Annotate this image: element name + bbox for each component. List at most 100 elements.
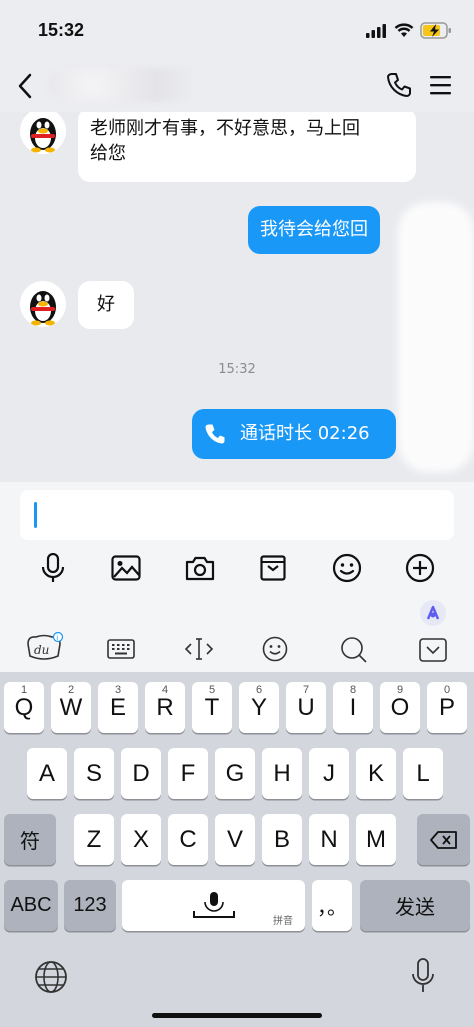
key-label: A xyxy=(38,759,55,787)
key-n[interactable]: N xyxy=(309,814,349,865)
backspace-key[interactable] xyxy=(417,814,470,865)
key-h[interactable]: H xyxy=(262,748,302,799)
key-m[interactable]: M xyxy=(356,814,396,865)
key-d[interactable]: D xyxy=(121,748,161,799)
punctuation-key[interactable]: ，。 xyxy=(312,880,352,931)
key-label: M xyxy=(366,825,386,853)
key-a[interactable]: A xyxy=(27,748,67,799)
chat-header xyxy=(0,62,474,112)
key-e[interactable]: 3E xyxy=(98,682,138,733)
key-label: W xyxy=(59,693,83,721)
key-v[interactable]: V xyxy=(215,814,255,865)
key-l[interactable]: L xyxy=(403,748,443,799)
key-w[interactable]: 2W xyxy=(51,682,91,733)
abc-key[interactable]: ABC xyxy=(4,880,58,931)
key-b[interactable]: B xyxy=(262,814,302,865)
key-label: D xyxy=(132,759,150,787)
key-number-hint: 6 xyxy=(255,684,263,696)
key-label: Z xyxy=(86,825,102,853)
emoji-icon[interactable] xyxy=(327,548,367,588)
number-key[interactable]: 123 xyxy=(64,880,116,931)
key-number-hint: 9 xyxy=(396,684,404,696)
phone-icon[interactable] xyxy=(386,72,412,98)
key-t[interactable]: 5T xyxy=(192,682,232,733)
penguin-icon xyxy=(30,291,56,326)
message-bubble[interactable]: 我待会给您回 xyxy=(248,206,380,254)
key-label: O xyxy=(390,693,410,721)
chat-messages: 老师刚才有事，不好意思，马上回 给您 我待会给您回 好 15:32 通话时长 0… xyxy=(0,112,474,482)
dictation-mic-icon[interactable] xyxy=(410,958,436,998)
key-g[interactable]: G xyxy=(215,748,255,799)
image-icon[interactable] xyxy=(106,548,146,588)
key-j[interactable]: J xyxy=(309,748,349,799)
call-record-bubble[interactable]: 通话时长 02:26 xyxy=(192,409,396,459)
avatar[interactable] xyxy=(20,112,66,154)
key-number-hint: 0 xyxy=(443,684,451,696)
key-label: 符 xyxy=(20,831,40,853)
key-number-hint: 2 xyxy=(67,684,75,696)
message-text: 给您 xyxy=(90,143,126,164)
input-bar xyxy=(0,482,474,596)
emoji-icon[interactable] xyxy=(262,636,288,662)
key-y[interactable]: 6Y xyxy=(239,682,279,733)
space-key[interactable]: 拼音 xyxy=(122,880,305,931)
redacted-avatar xyxy=(398,202,474,472)
key-label: C xyxy=(179,825,197,853)
text-caret xyxy=(34,502,37,528)
key-number-hint: 4 xyxy=(161,684,169,696)
key-label: 发送 xyxy=(395,897,435,919)
key-x[interactable]: X xyxy=(121,814,161,865)
symbol-key[interactable]: 符 xyxy=(4,814,56,865)
key-label: G xyxy=(225,759,245,787)
globe-icon[interactable] xyxy=(34,960,68,998)
inbox-icon[interactable] xyxy=(253,548,293,588)
key-label: X xyxy=(132,825,149,853)
key-s[interactable]: S xyxy=(74,748,114,799)
key-number-hint: 1 xyxy=(20,684,28,696)
message-input[interactable] xyxy=(20,490,454,540)
message-text: 老师刚才有事，不好意思，马上回 xyxy=(90,118,360,139)
key-label: H xyxy=(273,759,291,787)
ai-assistant-icon[interactable] xyxy=(420,600,446,626)
send-key[interactable]: 发送 xyxy=(360,880,470,931)
key-r[interactable]: 4R xyxy=(145,682,185,733)
keyboard-icon[interactable] xyxy=(107,639,135,659)
key-p[interactable]: 0P xyxy=(427,682,467,733)
key-k[interactable]: K xyxy=(356,748,396,799)
contact-name-redacted xyxy=(48,68,198,102)
collapse-keyboard-icon[interactable] xyxy=(419,638,447,662)
message-bubble[interactable]: 老师刚才有事，不好意思，马上回 给您 xyxy=(78,112,416,182)
wifi-icon xyxy=(394,23,414,37)
key-number-hint: 8 xyxy=(349,684,357,696)
message-bubble[interactable]: 好 xyxy=(78,281,134,329)
key-z[interactable]: Z xyxy=(74,814,114,865)
du-logo-icon[interactable]: du i xyxy=(24,632,64,662)
key-q[interactable]: 1Q xyxy=(4,682,44,733)
ime-toolbar: du i xyxy=(0,596,474,672)
search-icon[interactable] xyxy=(340,636,368,664)
key-label: T xyxy=(204,693,220,721)
key-label: E xyxy=(109,693,126,721)
plus-icon[interactable] xyxy=(400,548,440,588)
voice-input-icon xyxy=(192,891,235,918)
mic-icon[interactable] xyxy=(33,548,73,588)
key-i[interactable]: 8I xyxy=(333,682,373,733)
key-label: V xyxy=(226,825,243,853)
key-c[interactable]: C xyxy=(168,814,208,865)
key-f[interactable]: F xyxy=(168,748,208,799)
menu-icon[interactable] xyxy=(430,74,452,96)
key-label: J xyxy=(323,759,335,787)
cursor-move-icon[interactable] xyxy=(184,636,214,662)
camera-icon[interactable] xyxy=(180,548,220,588)
key-label: Q xyxy=(14,693,34,721)
chevron-left-icon[interactable] xyxy=(16,72,34,100)
signal-icon xyxy=(366,24,386,38)
key-label: P xyxy=(438,693,455,721)
key-label: B xyxy=(273,825,290,853)
key-label: F xyxy=(180,759,196,787)
key-o[interactable]: 9O xyxy=(380,682,420,733)
key-u[interactable]: 7U xyxy=(286,682,326,733)
message-text: 我待会给您回 xyxy=(260,219,368,240)
avatar[interactable] xyxy=(20,281,66,327)
key-label: K xyxy=(367,759,384,787)
